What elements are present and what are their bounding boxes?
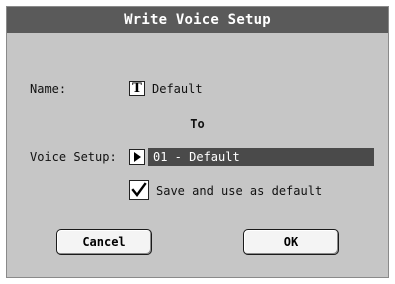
play-arrow-icon[interactable]	[129, 149, 145, 165]
cancel-button[interactable]: Cancel	[56, 229, 152, 255]
voice-setup-label: Voice Setup:	[30, 150, 117, 164]
name-value: Default	[152, 82, 203, 96]
to-label: To	[190, 117, 205, 131]
ok-button[interactable]: OK	[243, 229, 339, 255]
write-voice-setup-dialog: Write Voice Setup Name: T Default To Voi…	[6, 6, 389, 278]
checkmark-icon	[131, 182, 147, 197]
save-default-label: Save and use as default	[156, 184, 323, 198]
voice-setup-field[interactable]: 01 - Default	[148, 148, 374, 166]
text-edit-icon[interactable]: T	[129, 81, 145, 96]
name-label: Name:	[30, 82, 67, 96]
save-default-checkbox[interactable]	[129, 180, 149, 200]
dialog-title: Write Voice Setup	[7, 7, 388, 33]
